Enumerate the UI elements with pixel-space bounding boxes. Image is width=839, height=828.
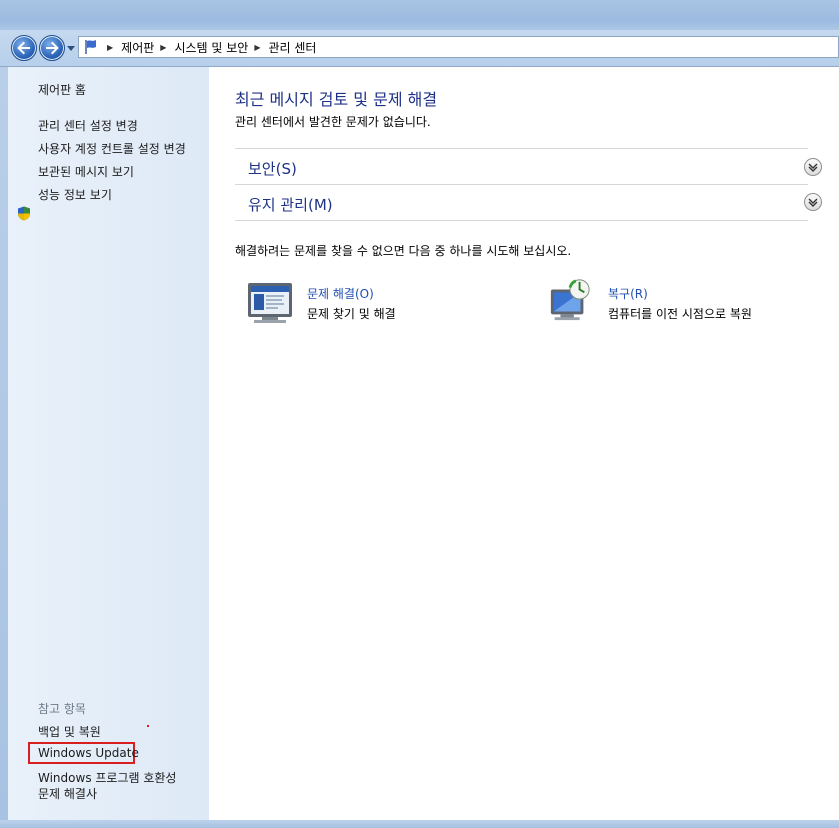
security-section-header[interactable]: 보안(S)	[248, 158, 297, 179]
window-titlebar	[0, 0, 839, 34]
troubleshoot-icon[interactable]	[246, 280, 294, 324]
expand-security-button[interactable]	[804, 158, 822, 176]
chevron-right-icon[interactable]: ▶	[107, 43, 113, 52]
arrow-right-icon	[46, 41, 59, 55]
window-right-border	[831, 66, 839, 828]
maintenance-section-header[interactable]: 유지 관리(M)	[248, 194, 333, 215]
flag-icon	[85, 40, 96, 54]
expand-maintenance-button[interactable]	[804, 193, 822, 211]
view-archived-messages-link[interactable]: 보관된 메시지 보기	[38, 163, 134, 180]
divider	[235, 220, 808, 221]
windows-update-link[interactable]: Windows Update	[38, 746, 139, 760]
stray-red-mark	[147, 725, 149, 727]
control-panel-home-link[interactable]: 제어판 홈	[38, 81, 86, 98]
divider	[235, 184, 808, 185]
divider	[235, 148, 808, 149]
recovery-icon[interactable]	[546, 278, 594, 322]
breadcrumb-system-security[interactable]: 시스템 및 보안	[174, 39, 248, 56]
chevron-down-icon	[808, 198, 818, 207]
troubleshoot-description: 문제 찾기 및 해결	[307, 307, 396, 321]
address-bar[interactable]: ▶ 제어판 ▶ 시스템 및 보안 ▶ 관리 센터	[78, 36, 839, 58]
see-also-heading: 참고 항목	[38, 702, 86, 716]
change-uac-settings-link[interactable]: 사용자 계정 컨트롤 설정 변경	[38, 140, 186, 157]
chevron-right-icon[interactable]: ▶	[160, 43, 166, 52]
forward-button[interactable]	[39, 35, 65, 61]
breadcrumb-control-panel[interactable]: 제어판	[121, 39, 154, 56]
recent-pages-dropdown[interactable]	[66, 43, 76, 53]
program-compatibility-link-line1[interactable]: Windows 프로그램 호환성	[38, 769, 176, 786]
page-title: 최근 메시지 검토 및 문제 해결	[235, 90, 438, 109]
status-message: 관리 센터에서 발견한 문제가 없습니다.	[235, 115, 431, 129]
program-compatibility-link-line2[interactable]: 문제 해결사	[38, 785, 97, 802]
back-button[interactable]	[11, 35, 37, 61]
uac-shield-icon	[18, 206, 30, 221]
help-hint-text: 해결하려는 문제를 찾을 수 없으면 다음 중 하나를 시도해 보십시오.	[235, 244, 572, 258]
recovery-link[interactable]: 복구(R)	[608, 285, 648, 302]
change-action-center-settings-link[interactable]: 관리 센터 설정 변경	[38, 117, 138, 134]
window-left-border	[0, 66, 8, 828]
recovery-description: 컴퓨터를 이전 시점으로 복원	[608, 307, 752, 321]
navigation-toolbar: ▶ 제어판 ▶ 시스템 및 보안 ▶ 관리 센터	[0, 30, 839, 67]
backup-restore-link[interactable]: 백업 및 복원	[38, 723, 101, 740]
chevron-right-icon[interactable]: ▶	[254, 43, 260, 52]
troubleshoot-link[interactable]: 문제 해결(O)	[307, 285, 374, 302]
arrow-left-icon	[17, 41, 30, 55]
left-task-pane: 제어판 홈 관리 센터 설정 변경 사용자 계정 컨트롤 설정 변경 보관된 메…	[8, 67, 209, 820]
window-bottom-border	[0, 820, 839, 828]
chevron-down-icon	[808, 163, 818, 172]
view-performance-info-link[interactable]: 성능 정보 보기	[38, 186, 112, 203]
breadcrumb-action-center[interactable]: 관리 센터	[268, 39, 316, 56]
